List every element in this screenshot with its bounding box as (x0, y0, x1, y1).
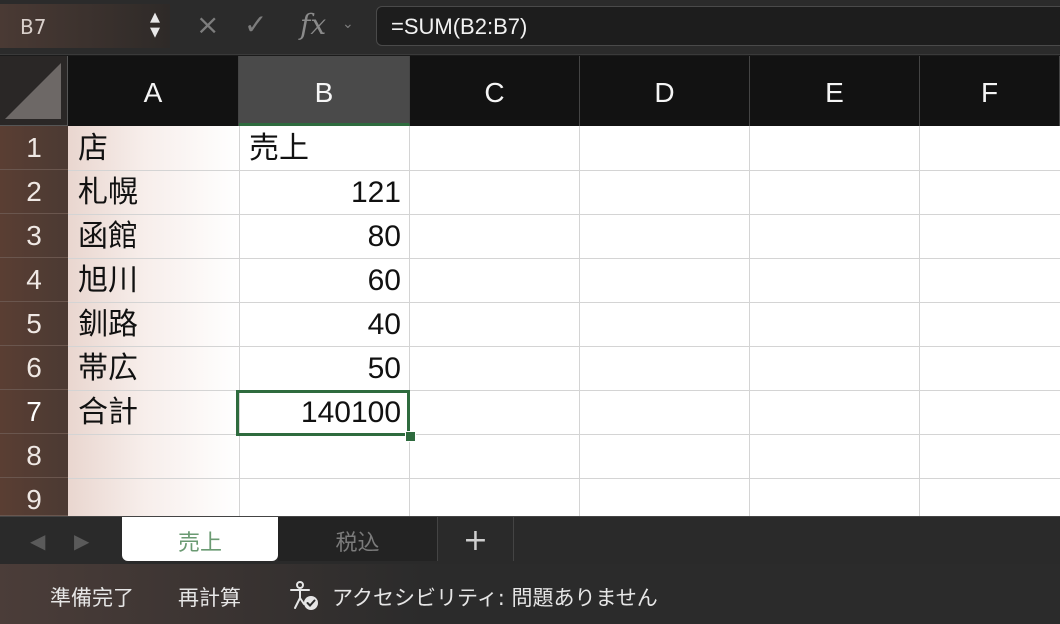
row-header-9[interactable]: 9 (0, 478, 68, 516)
status-ready: 準備完了 (50, 586, 134, 610)
active-cell-border (236, 390, 410, 436)
cell-b5[interactable]: 40 (239, 302, 409, 346)
cell-a7[interactable]: 合計 (68, 390, 239, 434)
sheet-tab-sales[interactable]: 売上 (122, 517, 278, 561)
fill-handle[interactable] (405, 431, 416, 442)
cancel-icon[interactable]: × (196, 8, 219, 41)
row-header-1[interactable]: 1 (0, 126, 68, 170)
cell-b3[interactable]: 80 (239, 214, 409, 258)
row-header-6[interactable]: 6 (0, 346, 68, 390)
formula-bar: B7 ▲ ▼ × ✓ fx ⌄ =SUM(B2:B7) (0, 0, 1060, 55)
select-all-button[interactable] (0, 56, 68, 126)
cell-a4[interactable]: 旭川 (68, 258, 239, 302)
add-sheet-button[interactable]: + (438, 517, 514, 561)
column-header-c[interactable]: C (410, 56, 580, 126)
cell-a1[interactable]: 店 (68, 126, 239, 170)
name-box-stepper-icon[interactable]: ▲ ▼ (150, 10, 160, 40)
row-header-3[interactable]: 3 (0, 214, 68, 258)
row-header-2[interactable]: 2 (0, 170, 68, 214)
cell-b6[interactable]: 50 (239, 346, 409, 390)
column-header-f[interactable]: F (920, 56, 1060, 126)
status-recalculate[interactable]: 再計算 (178, 582, 241, 612)
column-header-b[interactable]: B (239, 56, 410, 126)
scroll-left-icon[interactable]: ◀ (30, 529, 45, 553)
row-header-5[interactable]: 5 (0, 302, 68, 346)
row-header-4[interactable]: 4 (0, 258, 68, 302)
row-header-8[interactable]: 8 (0, 434, 68, 478)
status-accessibility[interactable]: アクセシビリティ: 問題ありません (332, 582, 658, 612)
column-header-a[interactable]: A (68, 56, 239, 126)
cell-area[interactable]: 店 売上 札幌 121 函館 80 旭川 60 釧路 40 帯広 50 合計 1… (68, 126, 1060, 516)
cell-a5[interactable]: 釧路 (68, 302, 239, 346)
column-header-e[interactable]: E (750, 56, 920, 126)
function-icon[interactable]: fx (300, 8, 326, 41)
name-box[interactable]: B7 ▲ ▼ (0, 4, 170, 48)
formula-text: =SUM(B2:B7) (391, 14, 528, 39)
accessibility-check-icon[interactable] (288, 580, 320, 612)
cell-a6[interactable]: 帯広 (68, 346, 239, 390)
scroll-right-icon[interactable]: ▶ (74, 529, 89, 553)
row-header-7[interactable]: 7 (0, 390, 68, 434)
cell-a2[interactable]: 札幌 (68, 170, 239, 214)
cell-b4[interactable]: 60 (239, 258, 409, 302)
cell-b1[interactable]: 売上 (239, 126, 409, 170)
confirm-icon[interactable]: ✓ (244, 8, 267, 41)
status-bar: 準備完了 再計算 アクセシビリティ: 問題ありません (0, 564, 1060, 624)
cell-b2[interactable]: 121 (239, 170, 409, 214)
sheet-tab-bar: ◀ ▶ 売上 税込 + (0, 516, 1060, 565)
column-header-d[interactable]: D (580, 56, 750, 126)
name-box-value: B7 (20, 15, 47, 39)
formula-input[interactable]: =SUM(B2:B7) (376, 6, 1060, 46)
sheet-tab-tax-included[interactable]: 税込 (278, 517, 438, 561)
cell-a3[interactable]: 函館 (68, 214, 239, 258)
chevron-down-icon[interactable]: ⌄ (342, 16, 354, 32)
spreadsheet-grid: A B C D E F 1 2 3 4 5 6 7 8 9 店 売上 札幌 12… (0, 56, 1060, 516)
